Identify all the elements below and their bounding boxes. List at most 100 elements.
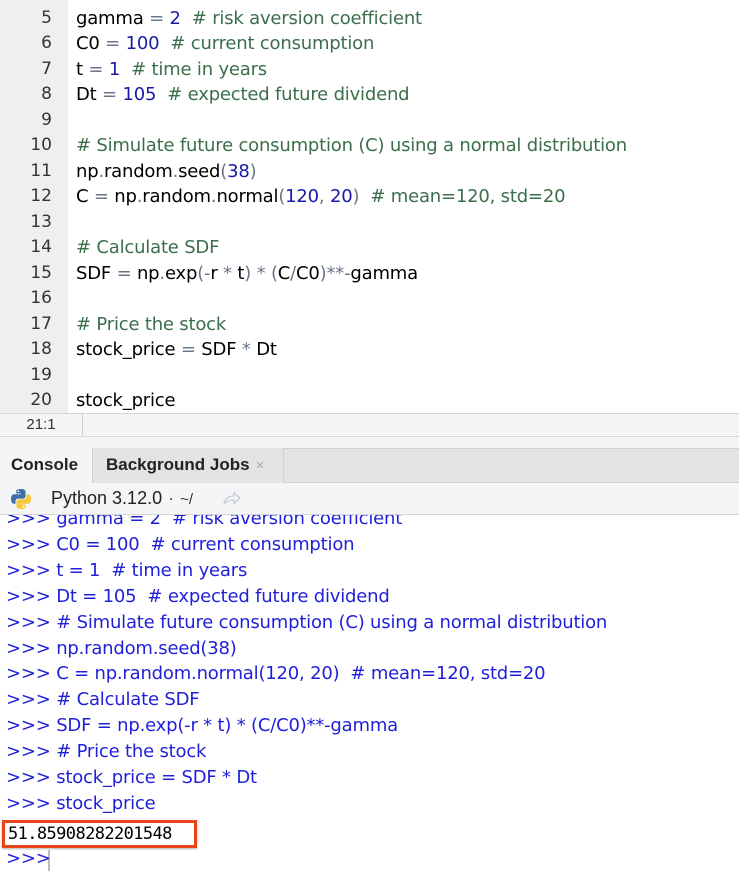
tab-console-label: Console [11,455,79,474]
editor-line[interactable]: 13 [0,210,739,236]
editor-line[interactable]: 6 C0 = 100 # current consumption [0,31,739,57]
console-line: >>> C = np.random.normal(120, 20) # mean… [6,661,546,687]
code-token: = [180,339,196,360]
code-comment: # Price the stock [76,313,227,335]
console-prompt: >>> [6,741,51,763]
console-line: >>> C0 = 100 # current consumption [6,532,355,558]
console-line: >>> gamma = 2 # risk aversion coefficien… [6,515,402,532]
console-line: >>> # Price the stock [6,739,206,765]
editor-line[interactable]: 16 [0,286,739,312]
console-interpreter-label: Python 3.12.0 · ~/ [51,483,193,515]
line-code: # Calculate SDF [76,235,219,261]
console-command: # Price the stock [56,741,207,763]
code-token: C0 [76,33,106,54]
editor-line[interactable]: 5 gamma = 2 # risk aversion coefficient [0,6,739,32]
code-token: = [88,58,104,80]
line-number: 11 [30,160,52,181]
code-token: = [102,84,117,105]
code-token: = [116,262,132,284]
console-prompt: >>> [6,767,51,788]
editor-line[interactable]: 9 [0,108,739,134]
close-icon[interactable]: × [256,457,265,474]
line-number: 17 [30,313,52,334]
console-prompt: >>> [6,689,51,711]
code-token: ( [270,262,278,284]
working-directory: ~/ [180,491,194,508]
code-token: np [131,262,160,284]
line-number: 14 [30,237,52,257]
tab-background-jobs-label: Background Jobs [106,455,250,474]
code-token: C [277,262,291,284]
line-code: SDF = np.exp(-r * t) * (C/C0)**-gamma [76,261,418,287]
console-prompt: >>> [6,611,51,633]
editor-line[interactable]: 8 Dt = 105 # expected future dividend [0,82,739,108]
console-command: SDF = np.exp(-r * t) * (C/C0)**-gamma [56,715,398,737]
line-number: 8 [41,84,52,104]
console-line: >>> stock_price [6,791,156,817]
editor-line[interactable]: 20 stock_price [0,388,739,413]
console-empty-prompt[interactable]: >>> [6,846,51,872]
line-number: 9 [41,109,52,130]
line-number: 5 [41,7,52,28]
line-code: stock_price [76,388,176,413]
pane-divider[interactable] [0,437,739,448]
goto-directory-icon[interactable] [223,491,241,505]
line-code: np.random.seed(38) [76,159,257,185]
line-number: 7 [41,58,52,79]
code-token: C0 [296,262,320,284]
code-comment: # expected future dividend [156,84,410,105]
code-number: 120 [285,186,319,207]
header-separator: · [168,488,175,508]
code-token: gamma [350,262,418,284]
code-token: normal [216,186,279,207]
python-logo-icon [11,489,31,509]
line-number: 18 [30,339,52,359]
line-code: stock_price = SDF * Dt [76,337,277,363]
code-number: 2 [169,7,181,29]
code-comment: # time in years [120,58,267,80]
console-prompt: >>> [6,559,51,581]
editor-line[interactable]: 14 # Calculate SDF [0,235,739,261]
code-token: , [318,186,330,207]
code-comment: # Calculate SDF [76,237,220,258]
console-line: >>> stock_price = SDF * Dt [6,765,257,791]
editor-line[interactable]: 12 C = np.random.normal(120, 20) # mean=1… [0,184,739,210]
code-token: np [76,160,99,182]
line-code: C = np.random.normal(120, 20) # mean=120… [76,184,566,210]
line-number: 13 [30,211,52,232]
result-value: 51.85908282201548 [8,824,172,844]
code-token: SDF [76,262,117,284]
editor-line[interactable]: 19 [0,363,739,389]
line-code: Dt = 105 # expected future dividend [76,82,410,108]
editor-line[interactable]: 7 t = 1 # time in years [0,57,739,83]
line-code: t = 1 # time in years [76,57,267,83]
code-comment: # Simulate future consumption (C) using … [76,135,627,156]
console-command: Dt = 105 # expected future dividend [56,585,390,607]
console-line: >>> t = 1 # time in years [6,558,247,584]
line-code: # Simulate future consumption (C) using … [76,133,627,159]
editor-line[interactable]: 15 SDF = np.exp(-r * t) * (C/C0)**-gamma [0,261,739,287]
pane-tab-bar: Console Background Jobs × [0,448,739,484]
code-token: stock_price [76,339,181,360]
code-token: * [223,262,232,284]
cursor-position: 21:1 [0,414,83,436]
code-comment: # current consumption [159,33,375,54]
editor-line[interactable]: 17 # Price the stock [0,312,739,338]
code-token: gamma [76,7,150,29]
interpreter-version: Python 3.12.0 [51,488,163,508]
tab-console[interactable]: Console [0,448,93,484]
tab-background-jobs[interactable]: Background Jobs × [93,448,284,483]
code-token: ) [249,160,257,182]
console-command: gamma = 2 # risk aversion coefficient [56,515,403,529]
editor-line[interactable]: 11 np.random.seed(38) [0,159,739,185]
console-prompt: >>> [6,585,51,607]
console-line: >>> # Simulate future consumption (C) us… [6,610,607,636]
code-token: seed [178,160,221,182]
code-token: = [105,33,121,54]
editor-line[interactable]: 10 # Simulate future consumption (C) usin… [0,133,739,159]
code-token: SDF [195,339,242,360]
code-editor[interactable]: 5 gamma = 2 # risk aversion coefficient 6 C… [0,0,739,413]
editor-line[interactable]: 18 stock_price = SDF * Dt [0,337,739,363]
code-token: (- [197,262,211,284]
console-prompt: >>> [6,515,51,529]
